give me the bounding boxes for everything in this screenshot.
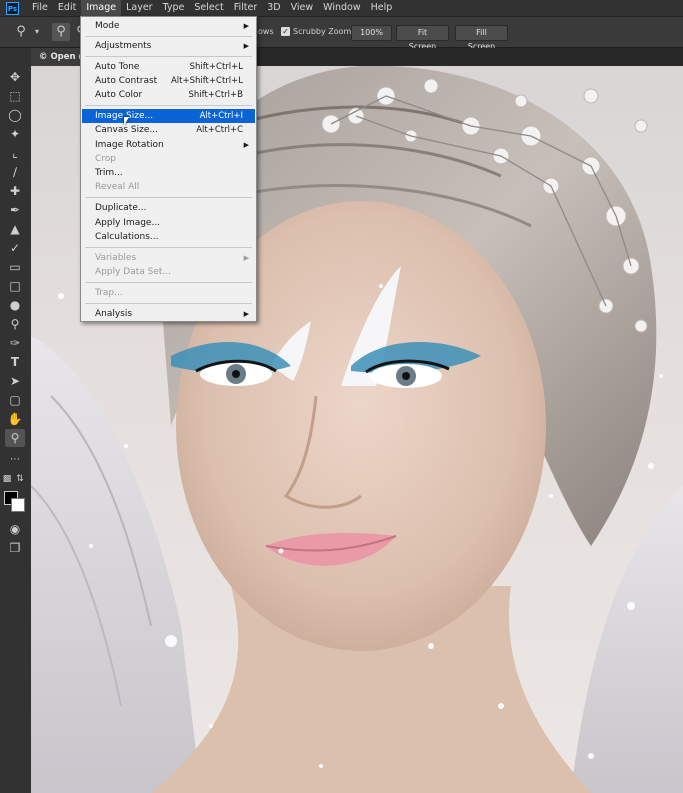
- menu-select[interactable]: Select: [189, 0, 228, 16]
- menu-separator: [85, 56, 252, 57]
- menu-bar: Ps File Edit Image Layer Type Select Fil…: [0, 0, 683, 17]
- screen-mode-icon[interactable]: ❐: [5, 539, 25, 557]
- tools-panel: ✥ ⬚ ◯ ✦ ⌞ ∕ ✚ ✒ ▲ ✓ ▭ □ ● ⚲ ✑ T ➤ ▢ ✋ ⚲ …: [0, 48, 32, 793]
- menu-separator: [85, 105, 252, 106]
- menu-view[interactable]: View: [286, 0, 319, 16]
- menu-item-canvas-size[interactable]: Canvas Size... Alt+Ctrl+C: [82, 123, 255, 137]
- menu-item-apply-data-set: Apply Data Set...: [95, 267, 171, 277]
- menu-image[interactable]: Image: [81, 0, 122, 16]
- menu-item-apply-image[interactable]: Apply Image...: [82, 216, 255, 230]
- marquee-icon[interactable]: ⬚: [5, 87, 25, 105]
- swap-colors-icon[interactable]: ⇅: [15, 470, 25, 488]
- zoom-icon[interactable]: ⚲: [5, 429, 25, 447]
- hand-icon[interactable]: ✋: [5, 410, 25, 428]
- menu-item-reveal-all: Reveal All: [95, 182, 140, 192]
- menu-item-auto-contrast[interactable]: Auto Contrast Alt+Shift+Ctrl+L: [82, 74, 255, 88]
- type-icon[interactable]: T: [5, 353, 25, 371]
- menu-item-auto-color[interactable]: Auto Color Shift+Ctrl+B: [82, 88, 255, 102]
- eyedropper-icon[interactable]: ∕: [5, 163, 25, 181]
- menu-item-calculations[interactable]: Calculations...: [82, 230, 255, 244]
- menu-separator: [85, 36, 252, 37]
- submenu-arrow-icon: ▶: [243, 141, 249, 149]
- menu-file[interactable]: File: [27, 0, 53, 16]
- menu-3d[interactable]: 3D: [262, 0, 285, 16]
- path-select-icon[interactable]: ➤: [5, 372, 25, 390]
- pen-icon[interactable]: ✑: [5, 334, 25, 352]
- move-icon[interactable]: ✥: [5, 68, 25, 86]
- photoshop-logo-icon: Ps: [6, 1, 19, 15]
- submenu-arrow-icon: ▶: [243, 254, 249, 262]
- menu-separator: [85, 247, 252, 248]
- menu-item-crop: Crop: [95, 154, 117, 164]
- zoom-in-icon[interactable]: ⚲: [52, 23, 70, 41]
- zoom-100-button[interactable]: 100%: [351, 25, 392, 41]
- fill-screen-button[interactable]: Fill Screen: [455, 25, 508, 51]
- menu-item-adjustments[interactable]: Adjustments ▶: [82, 39, 255, 53]
- chevron-down-icon[interactable]: ▾: [28, 23, 46, 41]
- menu-help[interactable]: Help: [366, 0, 398, 16]
- dodge-icon[interactable]: ⚲: [5, 315, 25, 333]
- menu-item-duplicate[interactable]: Duplicate...: [82, 201, 255, 215]
- menu-item-trap: Trap...: [95, 288, 123, 298]
- mouse-cursor-icon: [124, 117, 129, 126]
- menu-item-image-rotation[interactable]: Image Rotation ▶: [82, 138, 255, 152]
- quick-mask-icon[interactable]: ◉: [5, 520, 25, 538]
- image-menu-dropdown: Mode ▶ Adjustments ▶ Auto Tone Shift+Ctrl+L…: [80, 16, 257, 322]
- menu-separator: [85, 197, 252, 198]
- menu-item-image-size[interactable]: Image Size... Alt+Ctrl+I: [82, 109, 255, 123]
- menu-item-analysis[interactable]: Analysis ▶: [82, 307, 255, 321]
- gradient-icon[interactable]: □: [5, 277, 25, 295]
- submenu-arrow-icon: ▶: [243, 310, 249, 318]
- history-brush-icon[interactable]: ✓: [5, 239, 25, 257]
- eraser-icon[interactable]: ▭: [5, 258, 25, 276]
- menu-item-mode[interactable]: Mode ▶: [82, 19, 255, 33]
- blur-icon[interactable]: ●: [5, 296, 25, 314]
- menu-type[interactable]: Type: [158, 0, 190, 16]
- submenu-arrow-icon: ▶: [243, 42, 249, 50]
- quick-select-icon[interactable]: ✦: [5, 125, 25, 143]
- menu-item-auto-tone[interactable]: Auto Tone Shift+Ctrl+L: [82, 60, 255, 74]
- lasso-icon[interactable]: ◯: [5, 106, 25, 124]
- menu-edit[interactable]: Edit: [53, 0, 81, 16]
- menu-window[interactable]: Window: [318, 0, 365, 16]
- background-color-swatch[interactable]: [11, 498, 25, 512]
- menu-separator: [85, 282, 252, 283]
- menu-item-variables: Variables ▶: [95, 253, 249, 263]
- clone-stamp-icon[interactable]: ▲: [5, 220, 25, 238]
- scrubby-zoom-checkbox[interactable]: ✓: [281, 27, 290, 36]
- fit-screen-button[interactable]: Fit Screen: [396, 25, 449, 51]
- brush-icon[interactable]: ✒: [5, 201, 25, 219]
- rectangle-icon[interactable]: ▢: [5, 391, 25, 409]
- healing-brush-icon[interactable]: ✚: [5, 182, 25, 200]
- resize-windows-label: ows: [258, 27, 274, 36]
- menu-separator: [85, 303, 252, 304]
- more-tools-icon[interactable]: ⋯: [5, 451, 25, 469]
- menu-item-trim[interactable]: Trim...: [82, 166, 255, 180]
- menu-filter[interactable]: Filter: [229, 0, 263, 16]
- crop-icon[interactable]: ⌞: [5, 144, 25, 162]
- default-colors-icon[interactable]: ▩: [2, 470, 12, 488]
- scrubby-zoom-label: Scrubby Zoom: [293, 27, 352, 36]
- menu-layer[interactable]: Layer: [121, 0, 158, 16]
- submenu-arrow-icon: ▶: [243, 22, 249, 30]
